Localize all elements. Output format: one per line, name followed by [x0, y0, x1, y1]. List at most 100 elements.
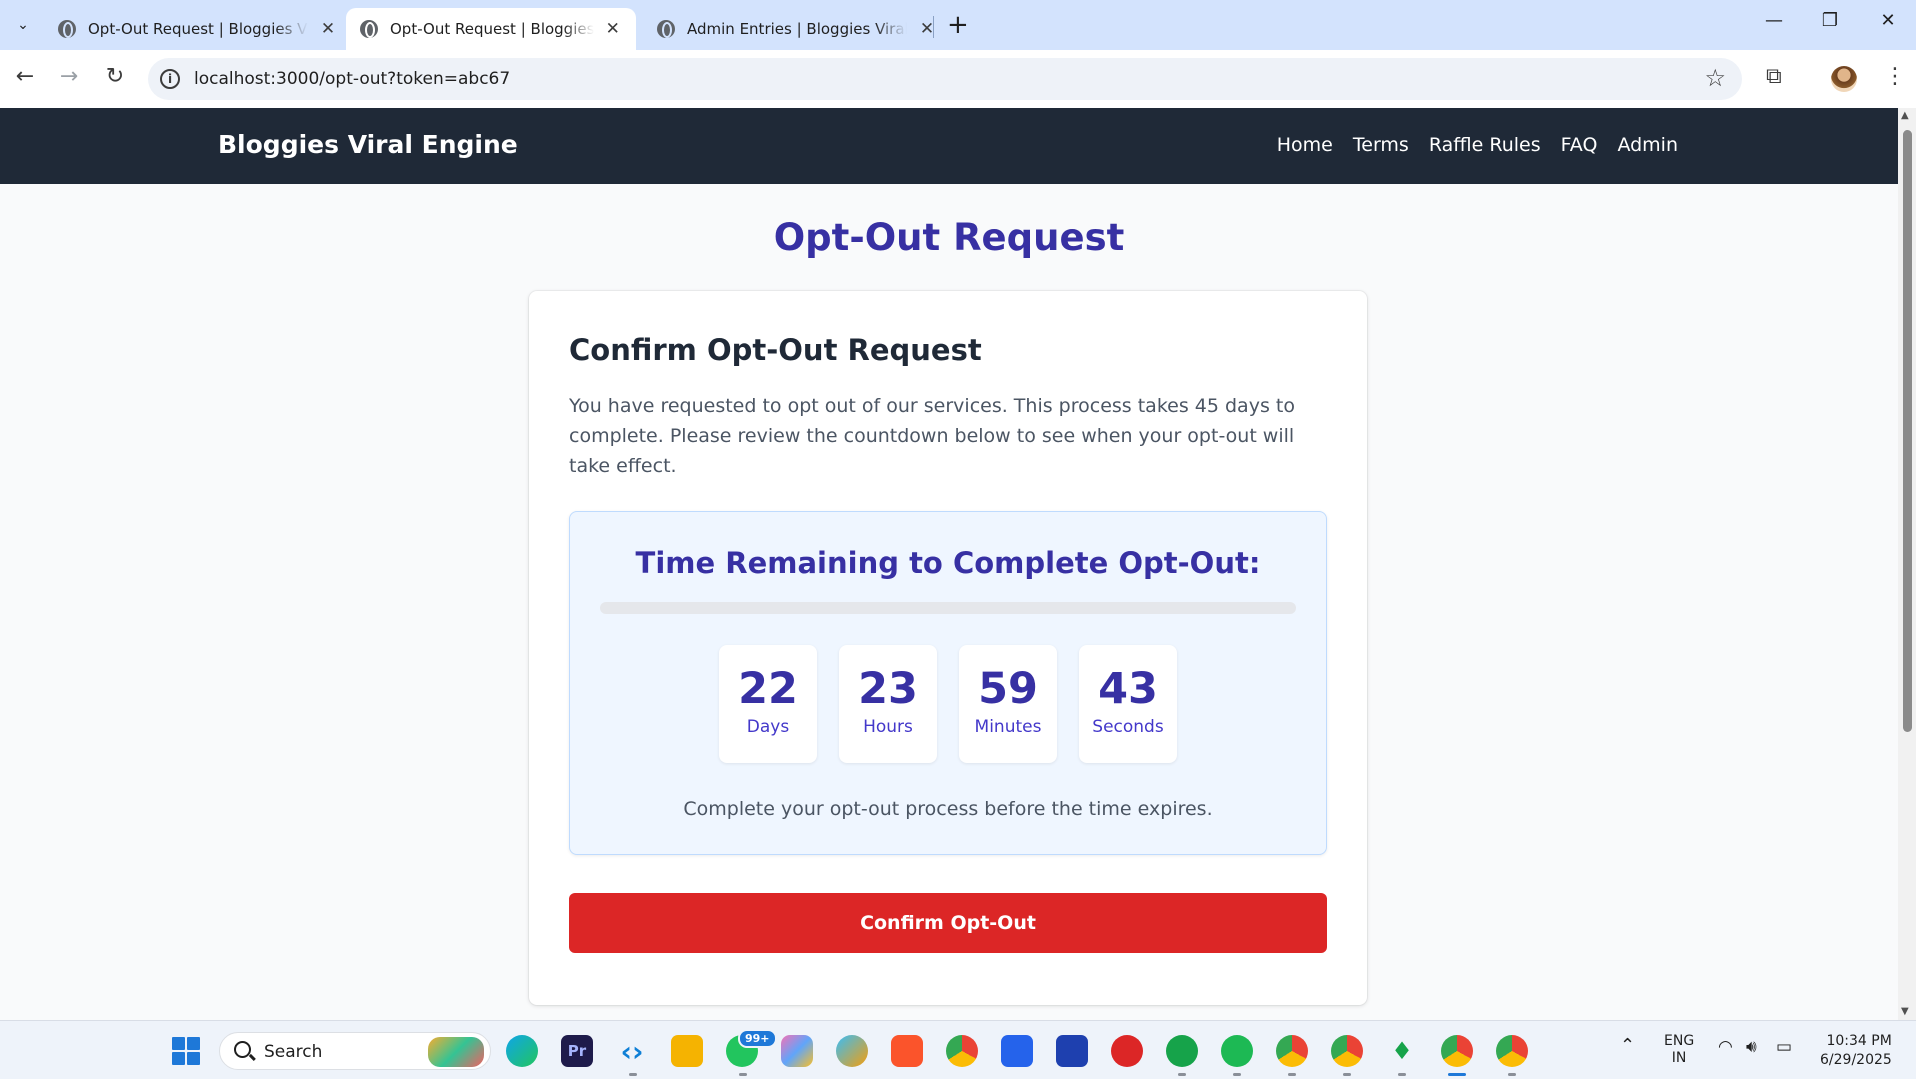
taskbar-search-label: Search: [264, 1042, 323, 1062]
tab-title: Admin Entries | Bloggies Viral Engine: [687, 20, 907, 38]
premiere-icon[interactable]: Pr: [561, 1035, 593, 1067]
chrome-profile-a-icon[interactable]: [1276, 1035, 1308, 1067]
prime-video-icon[interactable]: [1056, 1035, 1088, 1067]
site-navbar: Bloggies Viral Engine Home Terms Raffle …: [0, 108, 1898, 184]
card-description: You have requested to opt out of our ser…: [569, 395, 1295, 477]
vscode-icon[interactable]: ‹›: [616, 1035, 648, 1068]
nav-link-faq[interactable]: FAQ: [1561, 134, 1598, 156]
minutes-label: Minutes: [974, 717, 1042, 737]
region-code: IN: [1671, 1050, 1687, 1066]
page-viewport: Bloggies Viral Engine Home Terms Raffle …: [0, 108, 1898, 1020]
globe-icon: [360, 20, 378, 38]
clock-time: 10:34 PM: [1826, 1033, 1892, 1049]
taskbar-clock[interactable]: 10:34 PM 6/29/2025: [1820, 1032, 1892, 1070]
profile-avatar[interactable]: [1831, 66, 1857, 92]
scrollbar-thumb[interactable]: [1903, 130, 1912, 732]
nav-link-terms[interactable]: Terms: [1353, 134, 1409, 156]
wifi-icon[interactable]: ◠: [1718, 1039, 1733, 1056]
language-indicator[interactable]: ENG IN: [1664, 1033, 1694, 1067]
scroll-up-icon[interactable]: ▲: [1901, 110, 1909, 121]
tab-admin-entries[interactable]: Admin Entries | Bloggies Viral Engine ✕: [643, 8, 951, 50]
language-code: ENG: [1664, 1033, 1695, 1049]
globe-icon: [657, 20, 675, 38]
taskbar-search[interactable]: Search: [219, 1032, 491, 1070]
whatsapp-badge: 99+: [738, 1029, 777, 1048]
spotify-icon[interactable]: [1221, 1035, 1253, 1067]
tab-title: Opt-Out Request | Bloggies Viral Engine: [88, 20, 308, 38]
site-info-icon[interactable]: i: [160, 69, 180, 89]
opt-out-card: Confirm Opt-Out Request You have request…: [529, 291, 1367, 1005]
running-indicator: [1288, 1073, 1296, 1076]
nav-link-admin[interactable]: Admin: [1617, 134, 1678, 156]
forward-icon[interactable]: →: [54, 64, 84, 89]
tab-title: Opt-Out Request | Bloggies Viral Engine: [390, 20, 594, 38]
running-indicator: [629, 1073, 637, 1076]
back-icon[interactable]: ←: [10, 64, 40, 89]
clock-date: 6/29/2025: [1820, 1052, 1892, 1068]
minutes-value: 59: [978, 664, 1038, 714]
restore-icon[interactable]: ❐: [1810, 10, 1850, 31]
xbox-icon[interactable]: [1166, 1035, 1198, 1067]
browser-toolbar: ← → ↻ i localhost:3000/opt-out?token=abc…: [0, 50, 1916, 108]
volume-icon[interactable]: 🔊︎: [1746, 1039, 1757, 1056]
active-indicator: [1448, 1073, 1466, 1076]
page-scrollbar[interactable]: ▲ ▼: [1898, 108, 1916, 1020]
chrome-icon-2[interactable]: [1496, 1035, 1528, 1067]
nav-link-home[interactable]: Home: [1277, 134, 1333, 156]
new-tab-icon[interactable]: +: [947, 10, 969, 40]
site-brand[interactable]: Bloggies Viral Engine: [218, 130, 518, 159]
countdown-hours: 23 Hours: [839, 645, 937, 763]
nav-link-raffle-rules[interactable]: Raffle Rules: [1429, 134, 1541, 156]
seconds-value: 43: [1098, 664, 1158, 714]
edge-icon[interactable]: [506, 1035, 538, 1067]
windows-start-icon[interactable]: [172, 1037, 200, 1065]
minimize-icon[interactable]: —: [1754, 10, 1794, 31]
menu-kebab-icon[interactable]: ⋮: [1884, 64, 1906, 89]
globe-icon: [58, 20, 76, 38]
running-indicator: [1398, 1073, 1406, 1076]
countdown-units: 22 Days 23 Hours 59 Minutes 43 Seconds: [570, 645, 1326, 763]
battery-icon[interactable]: ▭: [1776, 1039, 1792, 1056]
extensions-icon[interactable]: ⧉: [1766, 64, 1782, 89]
mongodb-icon[interactable]: ♦: [1386, 1035, 1418, 1067]
tab-divider: [933, 16, 934, 38]
tab-opt-out-2[interactable]: Opt-Out Request | Bloggies Viral Engine …: [346, 8, 636, 50]
url-text[interactable]: localhost:3000/opt-out?token=abc67: [194, 69, 510, 89]
bookmark-star-icon[interactable]: ☆: [1704, 64, 1726, 92]
wps-icon[interactable]: [1111, 1035, 1143, 1067]
window-close-icon[interactable]: ✕: [1868, 10, 1908, 31]
days-label: Days: [746, 717, 790, 737]
page-title: Opt-Out Request: [773, 216, 1125, 259]
running-indicator: [1508, 1073, 1516, 1076]
copilot-icon[interactable]: [781, 1035, 813, 1067]
chrome-profile-b-icon[interactable]: [1331, 1035, 1363, 1067]
close-icon[interactable]: ✕: [917, 19, 937, 39]
tab-search-icon[interactable]: ⌄: [10, 12, 36, 38]
countdown-days: 22 Days: [719, 645, 817, 763]
running-indicator: [1178, 1073, 1186, 1076]
nav-links: Home Terms Raffle Rules FAQ Admin: [1277, 134, 1678, 156]
scroll-down-icon[interactable]: ▼: [1901, 1006, 1909, 1017]
chrome-icon[interactable]: [946, 1035, 978, 1067]
running-indicator: [1233, 1073, 1241, 1076]
confirm-opt-out-button[interactable]: Confirm Opt-Out: [569, 893, 1327, 953]
search-highlight-icon: [428, 1037, 484, 1067]
address-bar[interactable]: i localhost:3000/opt-out?token=abc67 ☆: [148, 58, 1742, 100]
tray-chevron-icon[interactable]: ⌃: [1620, 1037, 1635, 1055]
tab-strip: ⌄ Opt-Out Request | Bloggies Viral Engin…: [0, 0, 1916, 50]
running-indicator: [739, 1073, 747, 1076]
close-icon[interactable]: ✕: [604, 19, 623, 39]
brave-icon[interactable]: [891, 1035, 923, 1067]
search-icon: [234, 1041, 251, 1058]
tab-opt-out-1[interactable]: Opt-Out Request | Bloggies Viral Engine …: [44, 8, 352, 50]
reload-icon[interactable]: ↻: [100, 64, 130, 89]
file-explorer-icon[interactable]: [671, 1035, 703, 1067]
paint-icon[interactable]: [836, 1035, 868, 1067]
close-icon[interactable]: ✕: [318, 19, 338, 39]
store-icon[interactable]: [1001, 1035, 1033, 1067]
chrome-active-icon[interactable]: [1441, 1035, 1473, 1067]
countdown-panel: Time Remaining to Complete Opt-Out: 22 D…: [569, 511, 1327, 855]
windows-taskbar: Search Pr ‹› 99+ ♦ ⌃ ENG IN ◠ 🔊︎ ▭ 10:34…: [0, 1020, 1916, 1079]
hours-value: 23: [858, 664, 918, 714]
countdown-note: Complete your opt-out process before the…: [683, 798, 1213, 820]
